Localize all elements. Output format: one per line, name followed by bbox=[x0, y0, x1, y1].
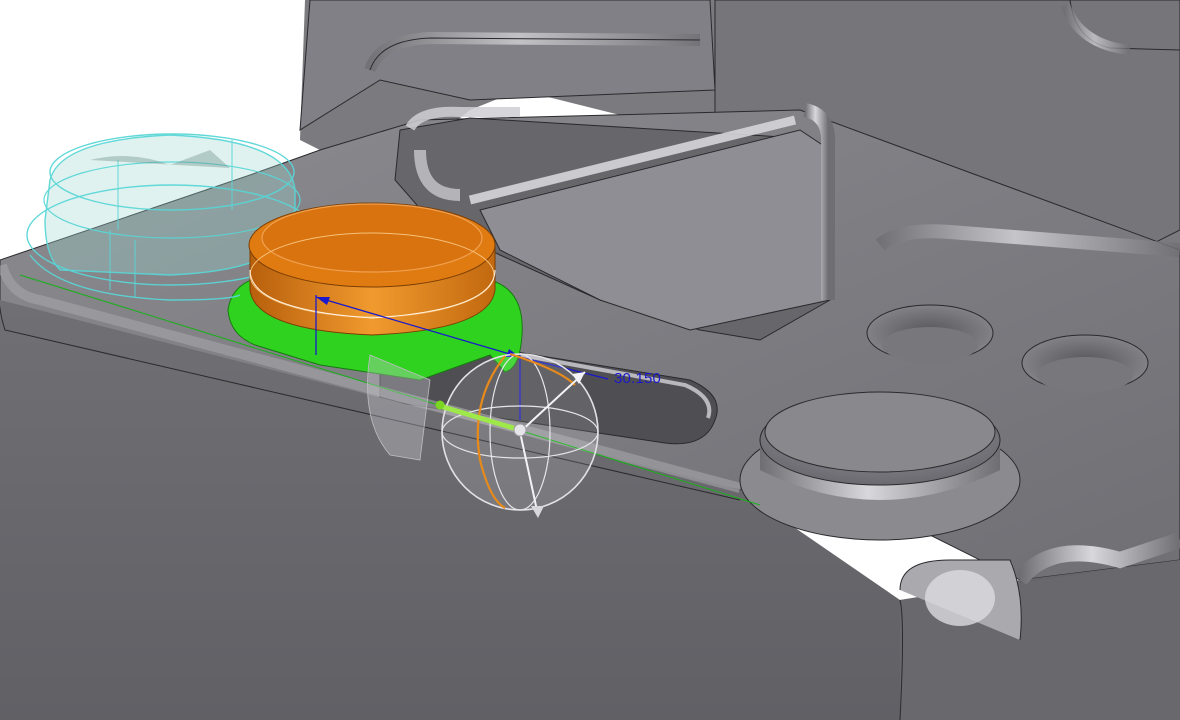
model-scene[interactable] bbox=[0, 0, 1180, 720]
graphics-viewport[interactable]: 30.150 bbox=[0, 0, 1180, 720]
cylindrical-boss[interactable] bbox=[739, 391, 1021, 541]
orange-feature-preview[interactable] bbox=[248, 202, 496, 336]
dimension-value-label[interactable]: 30.150 bbox=[614, 370, 661, 387]
